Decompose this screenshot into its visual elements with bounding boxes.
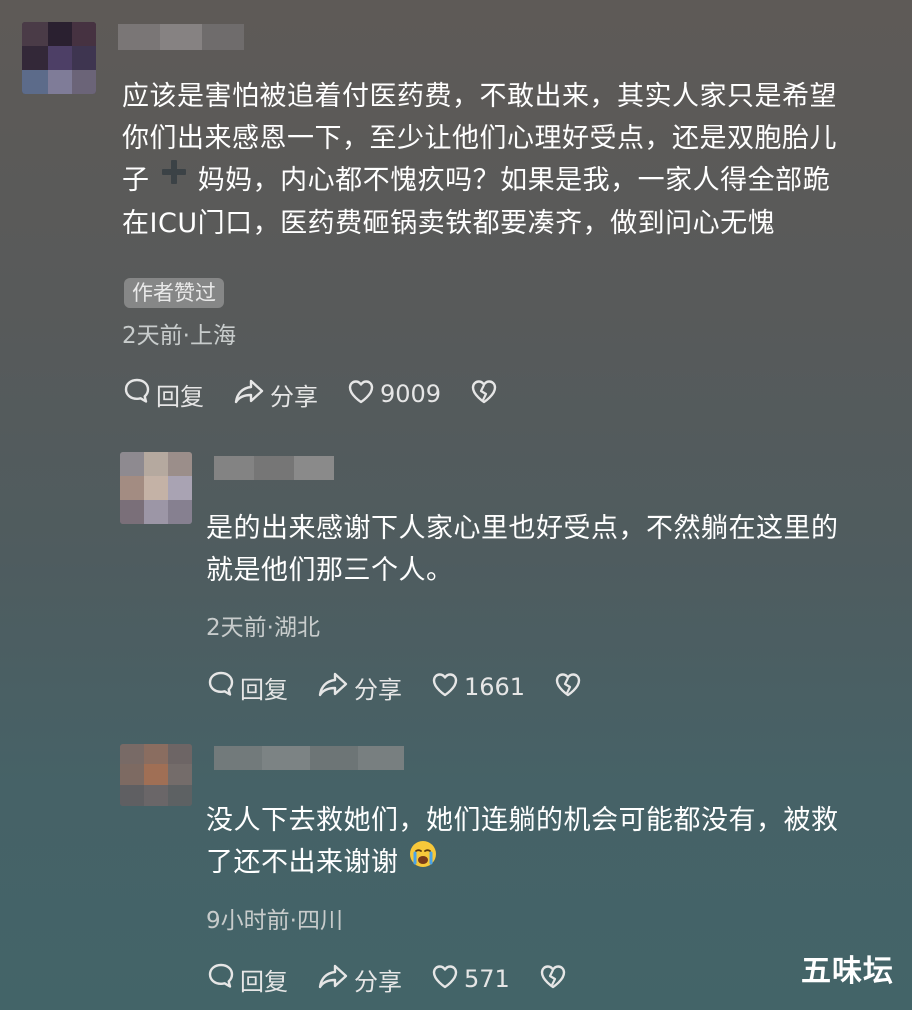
share-label: 分享 bbox=[354, 967, 402, 996]
author-liked-badge: 作者赞过 bbox=[124, 278, 224, 308]
crying-face-emoji bbox=[408, 839, 438, 882]
dislike-button[interactable] bbox=[553, 669, 587, 705]
reply-button[interactable]: 回复 bbox=[206, 961, 288, 997]
text-line: 子 妈妈，内心都不愧疚吗？如果是我，一家人得全部跪 bbox=[122, 160, 892, 203]
username-blurred[interactable] bbox=[118, 24, 244, 50]
share-button[interactable]: 分享 bbox=[316, 961, 402, 997]
plus-icon bbox=[159, 157, 189, 200]
like-count: 9009 bbox=[380, 380, 442, 408]
watermark: 五味坛 bbox=[801, 954, 894, 989]
heart-icon bbox=[430, 669, 464, 705]
text-line: 没人下去救她们，她们连躺的机会可能都没有，被救 bbox=[206, 805, 839, 836]
dislike-button[interactable] bbox=[469, 376, 503, 412]
reply-button[interactable]: 回复 bbox=[206, 669, 288, 705]
share-button[interactable]: 分享 bbox=[316, 669, 402, 705]
username-blurred[interactable] bbox=[214, 456, 334, 480]
reply-label: 回复 bbox=[240, 675, 288, 704]
reply-label: 回复 bbox=[156, 382, 204, 411]
share-arrow-icon bbox=[316, 961, 354, 997]
share-button[interactable]: 分享 bbox=[232, 376, 318, 412]
comment-meta: 9小时前·四川 bbox=[206, 908, 343, 934]
heart-icon bbox=[346, 376, 380, 412]
like-count: 1661 bbox=[464, 673, 526, 701]
share-label: 分享 bbox=[270, 382, 318, 411]
like-button[interactable]: 1661 bbox=[430, 669, 525, 705]
action-bar: 回复 分享 571 bbox=[206, 961, 600, 997]
comment-meta: 2天前·上海 bbox=[122, 323, 236, 349]
like-button[interactable]: 9009 bbox=[346, 376, 441, 412]
avatar[interactable] bbox=[120, 744, 192, 806]
heart-icon bbox=[430, 961, 464, 997]
avatar[interactable] bbox=[22, 22, 96, 94]
share-arrow-icon bbox=[232, 376, 270, 412]
broken-heart-icon bbox=[469, 376, 503, 412]
broken-heart-icon bbox=[538, 961, 572, 997]
comment-bubble-icon bbox=[206, 961, 240, 997]
comment-text: 没人下去救她们，她们连躺的机会可能都没有，被救 了还不出来谢谢 bbox=[206, 800, 896, 885]
like-count: 571 bbox=[464, 965, 510, 993]
reply-button[interactable]: 回复 bbox=[122, 376, 204, 412]
reply-label: 回复 bbox=[240, 967, 288, 996]
avatar[interactable] bbox=[120, 452, 192, 524]
like-button[interactable]: 571 bbox=[430, 961, 510, 997]
text-line: 了还不出来谢谢 bbox=[206, 839, 896, 885]
comment-meta: 2天前·湖北 bbox=[206, 615, 320, 641]
text-line: 在ICU门口，医药费砸锅卖铁都要凑齐，做到问心无愧 bbox=[122, 208, 776, 239]
text-line: 是的出来感谢下人家心里也好受点，不然躺在这里的 bbox=[206, 513, 839, 544]
comment-bubble-icon bbox=[206, 669, 240, 705]
action-bar: 回复 分享 1661 bbox=[206, 669, 615, 705]
text-line: 应该是害怕被追着付医药费，不敢出来，其实人家只是希望 bbox=[122, 81, 837, 112]
broken-heart-icon bbox=[553, 669, 587, 705]
share-arrow-icon bbox=[316, 669, 354, 705]
text-line: 你们出来感恩一下，至少让他们心理好受点，还是双胞胎儿 bbox=[122, 123, 837, 154]
comment-bubble-icon bbox=[122, 376, 156, 412]
share-label: 分享 bbox=[354, 675, 402, 704]
comment-text: 是的出来感谢下人家心里也好受点，不然躺在这里的 就是他们那三个人。 bbox=[206, 508, 896, 592]
action-bar: 回复 分享 9009 bbox=[122, 376, 531, 412]
comment-text: 应该是害怕被追着付医药费，不敢出来，其实人家只是希望 你们出来感恩一下，至少让他… bbox=[122, 76, 892, 245]
username-blurred[interactable] bbox=[214, 746, 404, 770]
text-line: 就是他们那三个人。 bbox=[206, 555, 454, 586]
dislike-button[interactable] bbox=[538, 961, 572, 997]
